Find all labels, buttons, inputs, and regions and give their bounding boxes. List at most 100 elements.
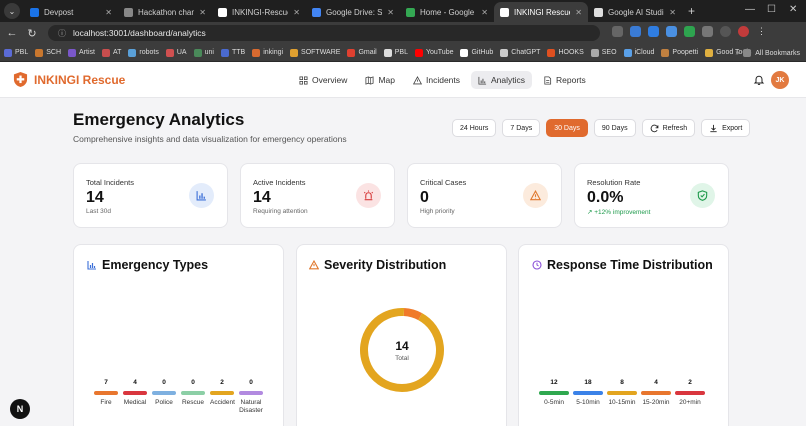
bar-mark [94, 391, 118, 395]
bookmark-item[interactable]: inkingi [252, 48, 283, 57]
dev-tools-button[interactable]: N [10, 399, 30, 419]
bar-mark [210, 391, 234, 395]
bar-mark [573, 391, 603, 395]
all-bookmarks-label: All Bookmarks [755, 49, 800, 57]
shield-check-icon [697, 190, 708, 201]
tab-title: Hackathon chances [138, 7, 195, 17]
range-24h-button[interactable]: 24 Hours [452, 119, 497, 137]
nav-item-map[interactable]: Map [358, 71, 402, 89]
site-info-icon[interactable]: ⓘ [58, 28, 66, 39]
stat-note-text: Requiring attention [253, 208, 308, 215]
bookmark-item[interactable]: iCloud [623, 48, 654, 57]
tab-close-icon[interactable]: ✕ [481, 8, 488, 17]
extension-icon[interactable] [648, 26, 659, 37]
browser-tab[interactable]: Google AI Studio ✕ [588, 2, 682, 22]
new-tab-icon[interactable]: + [688, 4, 695, 18]
bookmark-item[interactable]: PBL [4, 48, 28, 57]
all-bookmarks-link[interactable]: » All Bookmarks [735, 49, 800, 57]
extension-icon[interactable] [630, 26, 641, 37]
bookmark-item[interactable]: uni [193, 48, 214, 57]
nav-item-analytics[interactable]: Analytics [471, 71, 533, 89]
bookmark-item[interactable]: SCH [35, 48, 61, 57]
close-window-icon[interactable]: ✕ [789, 4, 797, 15]
reload-icon[interactable]: ↻ [26, 27, 38, 40]
extension-puzzle-icon[interactable] [702, 26, 713, 37]
tab-search-icon[interactable]: ⌄ [4, 3, 20, 19]
bookmark-item[interactable]: TTB [220, 48, 245, 57]
browser-tab[interactable]: Hackathon chances ✕ [118, 2, 212, 22]
extension-icon[interactable] [612, 26, 623, 37]
bookmark-item[interactable]: ChatGPT [500, 48, 540, 57]
tab-close-icon[interactable]: ✕ [105, 8, 112, 17]
nav-item-overview[interactable]: Overview [292, 71, 354, 89]
bar-chart-icon [478, 76, 487, 85]
browser-tab[interactable]: Google Drive: Share ✕ [306, 2, 400, 22]
notification-bell-icon[interactable] [753, 74, 765, 86]
bar-chart-icon [87, 261, 96, 270]
nav-item-reports[interactable]: Reports [536, 71, 593, 89]
download-icon[interactable] [720, 26, 731, 37]
bookmark-label: AT [112, 49, 122, 56]
bookmark-label: uni [204, 49, 214, 56]
bar-category-label: 20+min [679, 399, 701, 406]
bookmark-item[interactable]: Gmail [347, 48, 377, 57]
brand-logo[interactable]: INKINGI Rescue [13, 71, 125, 88]
bar-category-label: Accident [210, 399, 235, 406]
bar-mark [607, 391, 637, 395]
browser-tab[interactable]: Home - Google Drive ✕ [400, 2, 494, 22]
tab-favicon-icon [500, 7, 509, 17]
range-90d-button[interactable]: 90 Days [593, 119, 636, 137]
bookmark-favicon-icon [101, 48, 110, 57]
bookmark-item[interactable]: robots [128, 48, 159, 57]
bookmark-item[interactable]: Poopetti [661, 48, 698, 57]
tab-close-icon[interactable]: ✕ [575, 8, 582, 17]
bookmark-item[interactable]: AT [101, 48, 122, 57]
bookmark-item[interactable]: UA [165, 48, 187, 57]
tab-close-icon[interactable]: ✕ [293, 8, 300, 17]
bar-category-label: Medical [123, 399, 147, 406]
nav-item-label: Incidents [425, 75, 461, 85]
export-button[interactable]: Export [701, 119, 751, 137]
back-icon[interactable]: ← [6, 27, 18, 39]
browser-tab[interactable]: Devpost ✕ [24, 2, 118, 22]
donut-slice [403, 308, 423, 321]
tab-close-icon[interactable]: ✕ [387, 8, 394, 17]
bar-value-label: 4 [654, 379, 658, 386]
emergency-types-panel: Emergency Types 7 Fire 4 Medical 0 Police 0… [73, 244, 284, 426]
bookmark-item[interactable]: Artist [68, 48, 95, 57]
minimize-icon[interactable]: — [745, 4, 755, 15]
browser-tab[interactable]: INKINGI-Rescue/INKI ✕ [212, 2, 306, 22]
bar-value-label: 12 [550, 379, 558, 386]
stat-card: Resolution Rate 0.0% ↗ +12% improvement [574, 163, 729, 228]
tab-close-icon[interactable]: ✕ [199, 8, 206, 17]
bar-category-label: Rescue [181, 399, 205, 406]
stat-value: 14 [253, 189, 271, 206]
stat-note-text: Last 30d [86, 208, 111, 215]
bookmark-item[interactable]: PBL [383, 48, 408, 57]
address-bar[interactable]: ⓘ localhost:3001/dashboard/analytics [48, 25, 600, 41]
nav-item-incidents[interactable]: Incidents [406, 71, 467, 89]
bookmark-item[interactable]: SEO [590, 48, 617, 57]
bookmark-favicon-icon [623, 48, 632, 57]
bookmark-item[interactable]: YouTube [414, 48, 453, 57]
bookmark-item[interactable]: GitHub [460, 48, 493, 57]
extension-icon[interactable] [684, 26, 695, 37]
tab-close-icon[interactable]: ✕ [669, 8, 676, 17]
browser-tab[interactable]: INKINGI Rescue - Re ✕ [494, 2, 588, 22]
maximize-icon[interactable]: ☐ [767, 4, 776, 15]
page-subtitle: Comprehensive insights and data visualiz… [73, 134, 347, 144]
bar-value-label: 7 [104, 379, 108, 386]
bookmark-favicon-icon [35, 48, 44, 57]
range-7d-button[interactable]: 7 Days [502, 119, 541, 137]
profile-icon[interactable] [738, 26, 749, 37]
user-avatar[interactable]: JK [771, 71, 789, 89]
download-icon [710, 124, 717, 132]
range-30d-button[interactable]: 30 Days [546, 119, 588, 137]
bookmark-item[interactable]: SOFTWARE [290, 48, 340, 57]
bookmark-item[interactable]: HOOKS [547, 48, 584, 57]
refresh-button[interactable]: Refresh [641, 119, 696, 137]
browser-menu-icon[interactable]: ⋮ [756, 26, 767, 37]
stat-note: Last 30d [86, 208, 111, 215]
extension-icon[interactable] [666, 26, 677, 37]
tab-favicon-icon [218, 7, 227, 17]
